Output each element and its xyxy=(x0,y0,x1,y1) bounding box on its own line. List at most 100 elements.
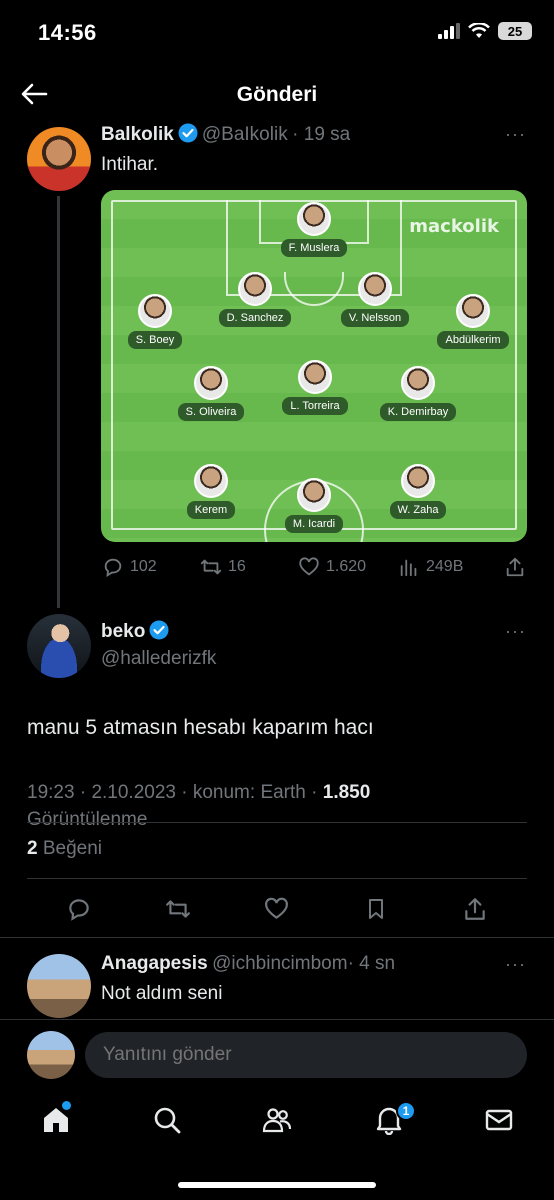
player-photo xyxy=(138,294,172,328)
player-name: S. Boey xyxy=(127,331,183,349)
signal-icon xyxy=(438,23,460,39)
player-photo xyxy=(194,464,228,498)
likes-label: Beğeni xyxy=(42,838,103,859)
player: M. Icardi xyxy=(254,478,374,533)
player: S. Oliveira xyxy=(151,366,271,421)
search-icon[interactable] xyxy=(152,1105,182,1135)
verified-icon xyxy=(149,620,169,640)
player-name: W. Zaha xyxy=(389,501,447,519)
views-button[interactable]: 249B xyxy=(398,556,463,578)
divider xyxy=(27,878,527,879)
views-count: 1.850 xyxy=(322,782,371,803)
share-icon[interactable] xyxy=(462,896,488,922)
views-icon xyxy=(400,559,417,577)
notifications-badge: 1 xyxy=(396,1101,416,1121)
player-photo xyxy=(194,366,228,400)
player: S. Boey xyxy=(101,294,215,349)
reply-icon xyxy=(104,558,122,577)
player: Kerem xyxy=(151,464,271,519)
avatar[interactable] xyxy=(27,614,91,678)
player-photo xyxy=(297,202,331,236)
more-icon[interactable]: ··· xyxy=(505,954,526,975)
communities-icon[interactable] xyxy=(262,1105,292,1135)
avatar xyxy=(27,1031,75,1079)
author-handle[interactable]: @BaIkolik xyxy=(202,124,288,145)
tweet-header: Anagapesis @ichbincimbom· 4 sn xyxy=(101,953,395,975)
tweet-header: beko xyxy=(101,620,173,643)
home-indicator xyxy=(178,1182,376,1188)
bookmark-icon[interactable] xyxy=(364,896,388,922)
avatar[interactable] xyxy=(27,954,91,1018)
player-name: L. Torreira xyxy=(282,397,348,415)
tweet-meta: 19:23 · 2.10.2023 · konum: Earth · 1.850… xyxy=(27,782,371,830)
tweet-location: konum: Earth xyxy=(192,782,306,803)
retweet-count: 16 xyxy=(228,558,246,575)
share-icon[interactable] xyxy=(504,556,526,578)
player-photo xyxy=(456,294,490,328)
tweet-header: Balkolik @BaIkolik · 19 sa xyxy=(101,123,350,146)
reply-icon[interactable] xyxy=(66,896,92,922)
player-photo xyxy=(238,272,272,306)
retweet-icon[interactable] xyxy=(164,896,192,922)
retweet-icon xyxy=(200,559,222,575)
player: F. Muslera xyxy=(254,202,374,257)
player: Abdülkerim xyxy=(413,294,527,349)
player: W. Zaha xyxy=(358,464,478,519)
player-photo xyxy=(401,366,435,400)
player: L. Torreira xyxy=(255,360,375,415)
author-name[interactable]: beko xyxy=(101,621,145,642)
author-handle[interactable]: @ichbincimbom xyxy=(212,953,347,974)
status-time: 14:56 xyxy=(38,20,97,45)
player: K. Demirbay xyxy=(358,366,478,421)
more-icon[interactable]: ··· xyxy=(505,621,526,642)
tweet-time: 19:23 xyxy=(27,782,75,803)
verified-icon xyxy=(178,123,198,143)
player-name: D. Sanchez xyxy=(218,309,292,327)
player-name: M. Icardi xyxy=(284,515,344,533)
author-handle[interactable]: @hallederizfk xyxy=(101,648,216,670)
player-photo xyxy=(401,464,435,498)
home-badge xyxy=(62,1101,71,1110)
author-name[interactable]: Anagapesis xyxy=(101,953,208,974)
player-name: S. Oliveira xyxy=(177,403,245,421)
player-photo xyxy=(358,272,392,306)
player-name: Abdülkerim xyxy=(437,331,509,349)
likes-stat[interactable]: 2 Beğeni xyxy=(27,838,102,860)
divider xyxy=(0,937,554,938)
avatar[interactable] xyxy=(27,127,91,191)
player-name: K. Demirbay xyxy=(379,403,457,421)
reply-input[interactable] xyxy=(85,1032,527,1078)
status-icons: 25 xyxy=(438,22,532,40)
reply-button[interactable]: 102 xyxy=(102,556,157,578)
views-count: 249B xyxy=(426,558,464,575)
like-icon[interactable] xyxy=(263,896,290,922)
like-button[interactable]: 1.620 xyxy=(298,556,366,578)
battery-icon: 25 xyxy=(498,22,532,40)
thread-line xyxy=(57,196,60,608)
author-name[interactable]: Balkolik xyxy=(101,124,174,145)
like-count: 1.620 xyxy=(326,558,367,575)
tweet-text: Intihar. xyxy=(101,154,159,175)
divider xyxy=(27,822,527,823)
messages-icon[interactable] xyxy=(484,1105,514,1135)
tweet-date: 2.10.2023 xyxy=(91,782,176,803)
page-title: Gönderi xyxy=(236,83,318,106)
tweet-text: Not aldım seni xyxy=(101,983,223,1004)
player-name: V. Nelsson xyxy=(340,309,410,327)
views-label: Görüntülenme xyxy=(27,809,148,830)
divider xyxy=(0,1019,554,1020)
player-photo xyxy=(297,478,331,512)
wifi-icon xyxy=(468,23,490,38)
reply-count: 102 xyxy=(130,558,157,575)
retweet-button[interactable]: 16 xyxy=(200,556,246,578)
tweet-time: · 19 sa xyxy=(292,124,351,145)
watermark: mackolik xyxy=(409,216,499,237)
more-icon[interactable]: ··· xyxy=(505,124,526,145)
like-icon xyxy=(299,557,319,576)
tweet-text: manu 5 atmasın hesabı kaparım hacı xyxy=(27,716,374,739)
player-name: F. Muslera xyxy=(280,239,348,257)
tweet-time: · 4 sn xyxy=(347,953,396,974)
likes-count: 2 xyxy=(27,838,38,859)
lineup-image[interactable]: mackolik F. Muslera D. Sanchez V. Nelsso… xyxy=(101,190,527,542)
player-name: Kerem xyxy=(186,501,236,519)
